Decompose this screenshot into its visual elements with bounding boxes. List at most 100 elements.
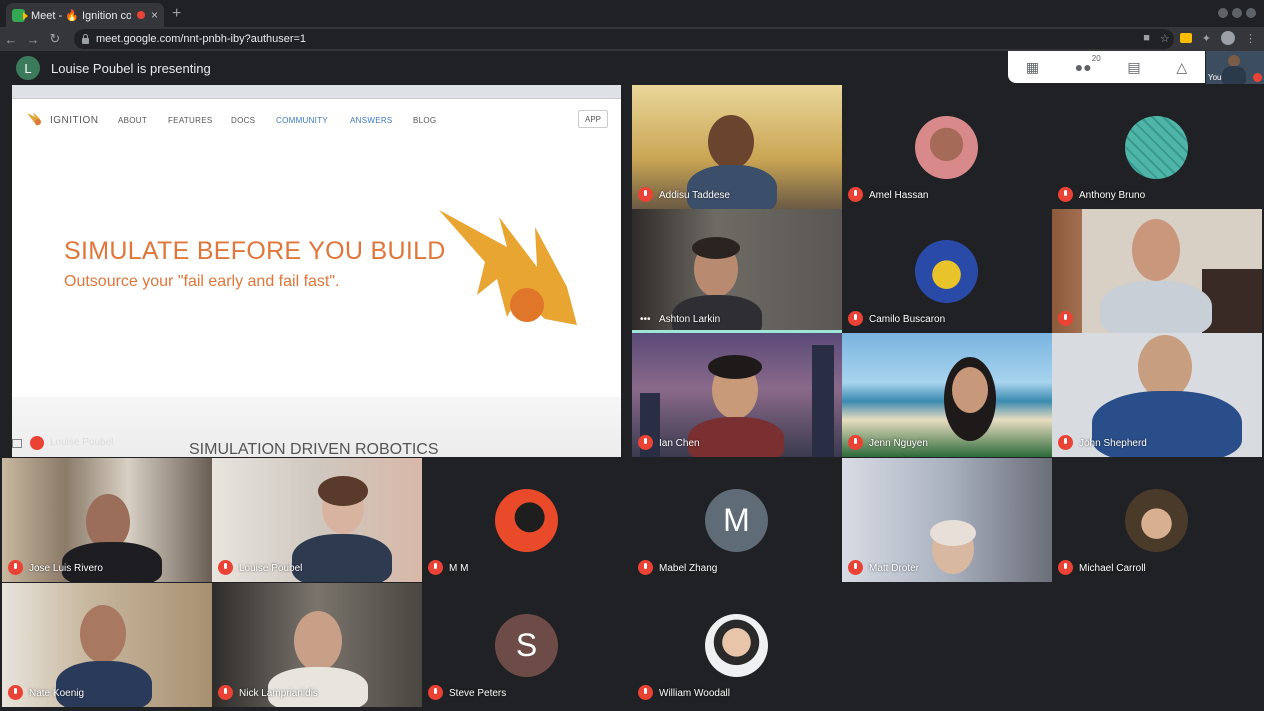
- video-person-head: [294, 611, 342, 671]
- participant-tile[interactable]: Amel Hassan: [842, 85, 1052, 209]
- presenter-name: Louise Poubel: [50, 437, 114, 448]
- muted-mic-icon: [218, 685, 233, 700]
- participant-name: William Woodall: [659, 688, 730, 699]
- participant-avatar: [915, 116, 978, 179]
- muted-mic-icon: [8, 560, 23, 575]
- participant-tile[interactable]: William Woodall: [632, 583, 842, 707]
- participant-tile[interactable]: Camilo Buscaron: [842, 209, 1052, 333]
- nav-answers[interactable]: ANSWERS: [350, 116, 393, 125]
- menu-kebab-icon[interactable]: ⋮: [1245, 32, 1256, 45]
- muted-mic-icon: [848, 187, 863, 202]
- activities-icon[interactable]: △: [1176, 59, 1187, 76]
- video-person-hair: [692, 237, 740, 259]
- nav-community[interactable]: COMMUNITY: [276, 116, 328, 125]
- muted-mic-icon: [848, 311, 863, 326]
- muted-mic-icon: [428, 560, 443, 575]
- participant-name: Jenn Nguyen: [869, 438, 928, 449]
- participant-tile[interactable]: ••• Ashton Larkin: [632, 209, 842, 333]
- muted-mic-icon: [218, 560, 233, 575]
- chat-icon[interactable]: ▤: [1127, 59, 1140, 76]
- recording-indicator-icon: [136, 11, 145, 19]
- people-button[interactable]: ●● 20: [1075, 54, 1101, 75]
- shared-browser-chrome: [12, 85, 621, 99]
- participant-name: Michael Carroll: [1079, 563, 1146, 574]
- participant-avatar: [1125, 116, 1188, 179]
- video-person-hair: [708, 355, 762, 379]
- participant-tile[interactable]: John Shepherd: [1052, 333, 1262, 457]
- site-name: IGNITION: [50, 115, 99, 126]
- pin-icon[interactable]: [12, 439, 22, 448]
- participant-name: Addisu Taddese: [659, 190, 730, 201]
- presenter-muted-mic-icon: [30, 436, 44, 450]
- video-building: [812, 345, 834, 457]
- address-bar[interactable]: meet.google.com/nnt-pnbh-iby?authuser=1: [74, 29, 1174, 49]
- participant-tile[interactable]: Louise Poubel: [212, 458, 422, 582]
- video-person-head: [1138, 335, 1192, 399]
- camera-icon[interactable]: ■: [1143, 32, 1150, 44]
- extension-icon[interactable]: [1179, 33, 1192, 43]
- participant-avatar: [495, 489, 558, 552]
- browser-tab[interactable]: Meet - 🔥 Ignition com ×: [6, 3, 164, 27]
- participant-tile[interactable]: M Mabel Zhang: [632, 458, 842, 582]
- forward-icon[interactable]: →: [22, 32, 44, 47]
- muted-mic-icon: [638, 435, 653, 450]
- new-tab-button[interactable]: +: [172, 5, 181, 23]
- minimize-button[interactable]: [1218, 8, 1228, 18]
- nav-about[interactable]: ABOUT: [118, 116, 147, 125]
- participant-tile[interactable]: [1052, 209, 1262, 333]
- video-person-body: [268, 667, 368, 707]
- more-options-icon[interactable]: •••: [640, 314, 651, 325]
- participant-tile[interactable]: Jose Luis Rivero: [2, 458, 212, 582]
- presenting-text: Louise Poubel is presenting: [51, 61, 211, 76]
- participant-tile[interactable]: Michael Carroll: [1052, 458, 1262, 582]
- lock-icon: [82, 33, 89, 44]
- participant-tile[interactable]: Nate Koenig: [2, 583, 212, 707]
- profile-avatar[interactable]: [1221, 31, 1235, 45]
- puzzle-extensions-icon[interactable]: ✦: [1202, 32, 1211, 45]
- close-window-button[interactable]: [1246, 8, 1256, 18]
- participant-tile[interactable]: S Steve Peters: [422, 583, 632, 707]
- video-person-hair: [318, 476, 368, 506]
- maximize-button[interactable]: [1232, 8, 1242, 18]
- meet-top-controls: ▦ ●● 20 ▤ △: [1008, 51, 1205, 83]
- video-person-head: [80, 605, 126, 663]
- participant-name: Jose Luis Rivero: [29, 563, 103, 574]
- participant-avatar: M: [705, 489, 768, 552]
- participant-avatar: [705, 614, 768, 677]
- hero-subtitle: Outsource your "fail early and fail fast…: [64, 273, 340, 290]
- participant-tile[interactable]: Addisu Taddese: [632, 85, 842, 209]
- nav-docs[interactable]: DOCS: [231, 116, 255, 125]
- reload-icon[interactable]: ↻: [44, 31, 66, 47]
- participant-tile[interactable]: Jenn Nguyen: [842, 333, 1052, 457]
- participant-tile[interactable]: M M: [422, 458, 632, 582]
- ignition-flame-logo-icon: [439, 210, 577, 325]
- participant-tile[interactable]: Anthony Bruno: [1052, 85, 1262, 209]
- section-title: SIMULATION DRIVEN ROBOTICS: [189, 441, 439, 457]
- participant-avatar: [1125, 489, 1188, 552]
- window-controls: [1218, 8, 1256, 18]
- self-view-tile[interactable]: You: [1206, 51, 1264, 84]
- participant-name: Anthony Bruno: [1079, 190, 1146, 201]
- ignition-logo-icon: [27, 112, 41, 126]
- close-tab-button[interactable]: ×: [151, 8, 158, 22]
- site-navbar: IGNITION ABOUT FEATURES DOCS COMMUNITY A…: [12, 105, 621, 135]
- muted-mic-icon: [8, 685, 23, 700]
- layout-grid-icon[interactable]: ▦: [1026, 59, 1039, 76]
- participant-name: Amel Hassan: [869, 190, 929, 201]
- nav-blog[interactable]: BLOG: [413, 116, 436, 125]
- presenter-avatar: L: [16, 56, 40, 80]
- hero-title: SIMULATE BEFORE YOU BUILD: [64, 237, 446, 265]
- back-icon[interactable]: ←: [0, 32, 22, 47]
- presentation-screen: IGNITION ABOUT FEATURES DOCS COMMUNITY A…: [12, 85, 621, 457]
- muted-mic-icon: [848, 560, 863, 575]
- participant-tile[interactable]: Nick Lamprianidis: [212, 583, 422, 707]
- participant-tile[interactable]: Matt Droter: [842, 458, 1052, 582]
- participant-avatar: S: [495, 614, 558, 677]
- participant-tile[interactable]: Ian Chen: [632, 333, 842, 457]
- bookmark-star-icon[interactable]: ☆: [1160, 32, 1170, 45]
- muted-mic-icon: [1058, 560, 1073, 575]
- app-button[interactable]: APP: [578, 110, 608, 128]
- video-person-face: [952, 367, 988, 413]
- nav-features[interactable]: FEATURES: [168, 116, 212, 125]
- participant-avatar: [915, 240, 978, 303]
